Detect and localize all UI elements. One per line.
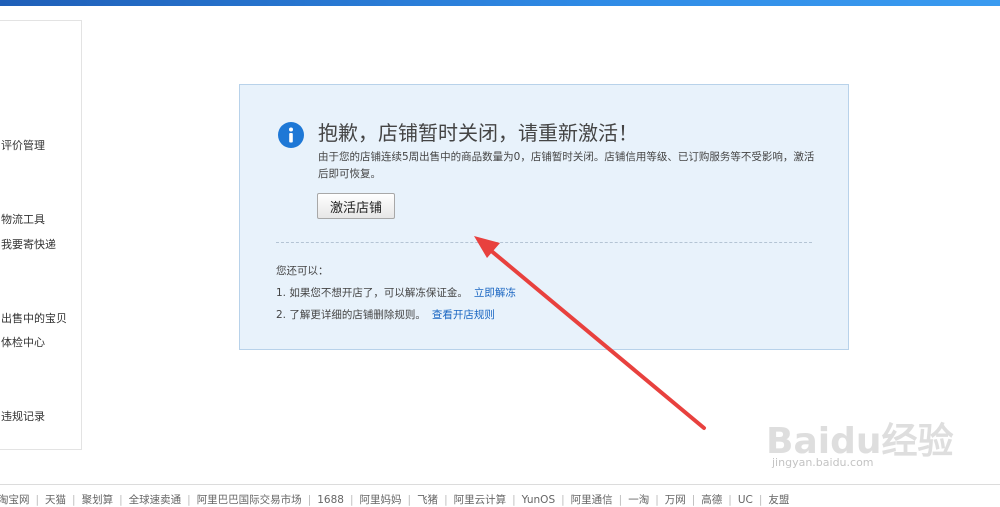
footer-link[interactable]: 淘宝网 — [0, 492, 30, 507]
watermark-brand: Baidu经验 — [766, 421, 954, 462]
sidebar-item-checkup[interactable]: 体检中心 — [1, 334, 45, 350]
footer-link[interactable]: 高德 — [701, 492, 722, 507]
sidebar: 评价管理 物流工具 我要寄快递 出售中的宝贝 体检中心 违规记录 — [0, 20, 82, 450]
option-item: 1. 如果您不想开店了，可以解冻保证金。 立即解冻 — [276, 285, 516, 300]
top-accent-bar — [0, 0, 1000, 6]
baidu-jingyan-watermark: Baidu经验 jingyan.baidu.com — [766, 392, 956, 472]
option-text: 1. 如果您不想开店了，可以解冻保证金。 — [276, 287, 468, 299]
option-text: 2. 了解更详细的店铺删除规则。 — [276, 309, 426, 321]
view-shop-rules-link[interactable]: 查看开店规则 — [432, 309, 495, 321]
footer-link[interactable]: 阿里通信 — [571, 492, 613, 507]
watermark-url: jingyan.baidu.com — [772, 456, 874, 469]
footer-link[interactable]: 聚划算 — [82, 492, 114, 507]
sidebar-item-violations[interactable]: 违规记录 — [1, 408, 45, 424]
footer-link[interactable]: 阿里巴巴国际交易市场 — [197, 492, 302, 507]
footer-link[interactable]: 万网 — [665, 492, 686, 507]
footer-link[interactable]: 友盟 — [768, 492, 789, 507]
notice-title: 抱歉，店铺暂时关闭，请重新激活！ — [318, 121, 638, 145]
footer-link[interactable]: 飞猪 — [417, 492, 438, 507]
also-label: 您还可以： — [276, 265, 329, 277]
footer-link[interactable]: 全球速卖通 — [129, 492, 182, 507]
info-icon — [278, 122, 304, 148]
sidebar-item-logistics[interactable]: 物流工具 — [1, 211, 45, 227]
sidebar-item-reviews[interactable]: 评价管理 — [1, 137, 45, 153]
footer-links: 淘宝网 | 天猫 | 聚划算 | 全球速卖通 | 阿里巴巴国际交易市场 | 1688 | 阿里妈妈 | 飞猪… — [0, 492, 789, 507]
option-item: 2. 了解更详细的店铺删除规则。 查看开店规则 — [276, 307, 495, 322]
footer-link[interactable]: 天猫 — [45, 492, 66, 507]
divider — [276, 242, 812, 243]
notice-description: 由于您的店铺连续5周出售中的商品数量为0，店铺暂时关闭。店铺信用等级、已订购服务… — [318, 151, 815, 180]
unfreeze-deposit-link[interactable]: 立即解冻 — [474, 287, 516, 299]
sidebar-item-send-express[interactable]: 我要寄快递 — [1, 236, 56, 252]
footer-link[interactable]: 阿里妈妈 — [360, 492, 402, 507]
footer-link[interactable]: 一淘 — [628, 492, 649, 507]
shop-closed-notice: 抱歉，店铺暂时关闭，请重新激活！ 由于您的店铺连续5周出售中的商品数量为0，店铺… — [239, 84, 849, 350]
activate-shop-button[interactable]: 激活店铺 — [317, 193, 396, 219]
sidebar-item-on-sale[interactable]: 出售中的宝贝 — [1, 310, 67, 326]
footer-link[interactable]: 阿里云计算 — [454, 492, 507, 507]
footer: 淘宝网 | 天猫 | 聚划算 | 全球速卖通 | 阿里巴巴国际交易市场 | 1688 | 阿里妈妈 | 飞猪… — [0, 484, 1000, 507]
